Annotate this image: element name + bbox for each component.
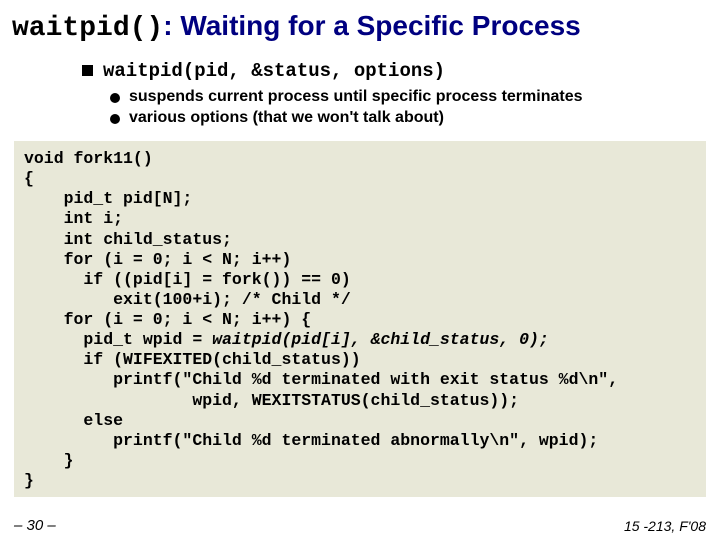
round-bullet-icon xyxy=(110,114,120,124)
bullet-sub2-text: various options (that we won't talk abou… xyxy=(129,109,444,127)
bullet-sub1-text: suspends current process until specific … xyxy=(129,88,583,106)
title-text: : Waiting for a Specific Process xyxy=(163,10,581,41)
bullet-level-1: waitpid(pid, &status, options) xyxy=(82,60,708,82)
round-bullet-icon xyxy=(110,93,120,103)
slide: waitpid(): Waiting for a Specific Proces… xyxy=(0,0,720,540)
square-bullet-icon xyxy=(82,65,93,76)
bullet-main-text: waitpid(pid, &status, options) xyxy=(103,60,445,82)
page-number: – 30 – xyxy=(14,517,56,534)
code-block: void fork11() { pid_t pid[N]; int i; int… xyxy=(14,141,706,497)
course-label: 15 -213, F'08 xyxy=(624,518,706,534)
bullet-level-2: various options (that we won't talk abou… xyxy=(110,109,708,127)
title-code: waitpid() xyxy=(12,13,163,44)
slide-title: waitpid(): Waiting for a Specific Proces… xyxy=(12,10,708,44)
bullet-list: waitpid(pid, &status, options) suspends … xyxy=(82,60,708,127)
code-content: void fork11() { pid_t pid[N]; int i; int… xyxy=(24,149,618,490)
bullet-level-2: suspends current process until specific … xyxy=(110,88,708,106)
